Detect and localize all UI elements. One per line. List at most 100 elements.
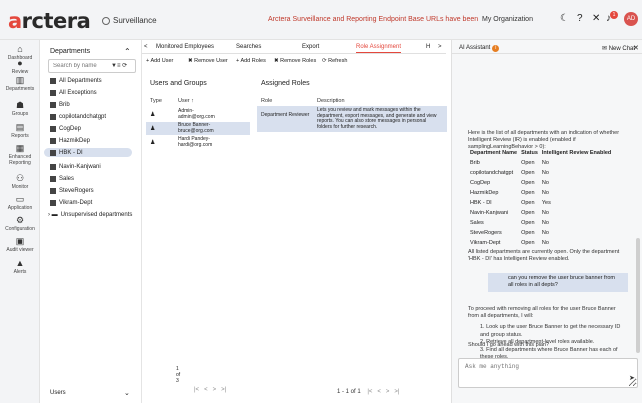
tab-searches[interactable]: Searches [236,44,261,50]
table-cell: No [541,170,549,176]
remove-roles-button[interactable]: ✖ Remove Roles [274,58,316,64]
department-item[interactable]: All Exceptions [50,88,97,97]
department-icon [50,101,56,108]
table-cell: SteveRogers [470,230,502,236]
department-icon [50,125,56,132]
table-row: Sales Open No [470,219,613,227]
nav-departments[interactable]: ▥ Departments [0,75,40,92]
close-icon[interactable]: ✕ [633,44,639,52]
nav-application[interactable]: ▭ Application [0,194,40,211]
tools-icon[interactable]: ✕ [592,13,600,24]
building-icon: ▥ [15,75,25,85]
pager-page-info: 1 of 3 [176,366,181,384]
col-description[interactable]: Description [317,98,345,104]
new-chat-button[interactable]: ✉ New Chat [602,45,635,52]
nav-monitor[interactable]: ⚇ Monitor [0,173,40,190]
nav-alerts[interactable]: ▲ Alerts [0,258,40,275]
department-item[interactable]: › ▬ Unsupervised departments [48,210,132,219]
add-user-button[interactable]: + Add User [146,58,173,64]
table-cell: No [541,210,549,216]
tab-prev-icon[interactable]: < [144,44,148,50]
department-item[interactable]: Sales [50,174,74,183]
assigned-roles-title: Assigned Roles [261,80,310,87]
nav-review[interactable]: ● Review [0,58,40,75]
col-type[interactable]: Type [150,98,162,104]
table-header-cell: Status [521,150,538,156]
role-row[interactable]: Department Reviewer Lets you review and … [257,106,447,132]
brand-logo[interactable]: arctera [8,9,91,33]
info-icon[interactable]: i [492,45,500,52]
table-row: Vikram-Dept Open No [470,239,613,247]
tab-h[interactable]: H [426,44,430,50]
department-item[interactable]: Navin-Kanjwani [50,162,101,171]
alert-icon: ▲ [15,258,25,268]
tab-next-icon[interactable]: > [438,44,442,50]
tab-export[interactable]: Export [302,44,319,50]
organization-selector[interactable]: My Organization [482,16,533,23]
department-item[interactable]: CogDep [50,124,81,133]
help-icon[interactable]: ? [577,13,583,24]
users-section-title[interactable]: Users [50,390,66,396]
table-cell: Sales [470,220,484,226]
home-icon: ⌂ [17,44,23,54]
add-roles-button[interactable]: + Add Roles [236,58,266,64]
ai-scrollbar[interactable] [636,238,640,353]
table-cell: No [541,160,549,166]
users-groups-title: Users and Groups [150,80,207,87]
monitor-icon: ▭ [15,194,25,204]
nav-audit-viewer[interactable]: ▣ Audit viewer [0,236,40,253]
moon-icon[interactable]: ☾ [560,13,569,24]
pager-left-controls[interactable]: |< < > >| [194,387,226,393]
department-item[interactable]: Brib [50,100,70,109]
table-row: copilotandchatgpt Open No [470,169,613,177]
tab-role-assignment[interactable]: Role Assignment [356,44,402,53]
user-row[interactable]: ♟ Bruce Banner-bruce@org.com [146,122,250,135]
table-cell: Open [521,220,535,226]
refresh-button[interactable]: ⟳ Refresh [322,58,347,64]
table-cell: Vikram-Dept [470,240,501,246]
table-cell: Open [521,170,535,176]
avatar[interactable]: AD [624,12,638,26]
remove-user-button[interactable]: ✖ Remove User [188,58,228,64]
table-cell: HBK - DI [470,200,492,206]
table-row: Brib Open No [470,159,613,167]
department-item[interactable]: copilotandchatgpt [50,112,106,121]
report-icon: ▤ [15,122,25,132]
user-row[interactable]: ♟ Hardi Pandey-hardi@org.com [146,136,250,149]
department-item[interactable]: HazmikDep [50,136,90,145]
department-item[interactable]: SteveRogers [50,186,94,195]
department-item[interactable]: All Departments [50,76,102,85]
department-item[interactable]: HBK - DI [44,148,132,157]
col-user[interactable]: User ↑ [178,98,194,104]
chevron-up-icon[interactable]: ⌃ [124,47,131,56]
chart-icon: ▦ [15,143,25,153]
pager-right[interactable]: 1 - 1 of 1 |< < > >| [337,389,400,395]
table-row: CogDep Open No [470,179,613,187]
filter-icon[interactable]: ▼≡ ⟳ [111,62,127,69]
nav-reports[interactable]: ▤ Reports [0,122,40,139]
nav-groups[interactable]: ☗ Groups [0,100,40,117]
audit-icon: ▣ [15,236,25,246]
left-nav: ⌂ Dashboard ● Review ▥ Departments ☗ Groups … [0,40,40,403]
main-content: < Monitored Employees Searches Export Ro… [142,40,447,403]
announcement-banner[interactable]: Arctera Surveillance and Reporting Endpo… [268,16,478,23]
ai-department-table: Department Name Status Intelligent Review … [468,147,615,249]
table-row: Navin-Kanjwani Open No [470,209,613,217]
send-icon[interactable]: ➤ [629,374,635,382]
chevron-down-icon[interactable]: ⌄ [124,389,130,397]
table-cell: HazmikDep [470,190,499,196]
table-cell: Navin-Kanjwani [470,210,509,216]
department-item[interactable]: Vikram-Dept [50,198,92,207]
ai-chat-input[interactable] [458,358,638,388]
user-row[interactable]: ♟ Admin-admin@org.com [146,108,250,121]
tab-monitored-employees[interactable]: Monitored Employees [156,44,214,50]
user-message: can you remove the user bruce banner fro… [488,273,628,292]
nav-configuration[interactable]: ⚙ Configuration [0,215,40,232]
table-cell: No [541,190,549,196]
table-cell: Open [521,210,535,216]
nav-enhanced-reporting[interactable]: ▦ Enhanced Reporting [0,143,40,166]
table-header-cell: Department Name [470,150,518,156]
col-role[interactable]: Role [261,98,272,104]
group-icon: ☗ [15,100,25,110]
ai-question: Should I go ahead with this plan? [468,342,550,348]
